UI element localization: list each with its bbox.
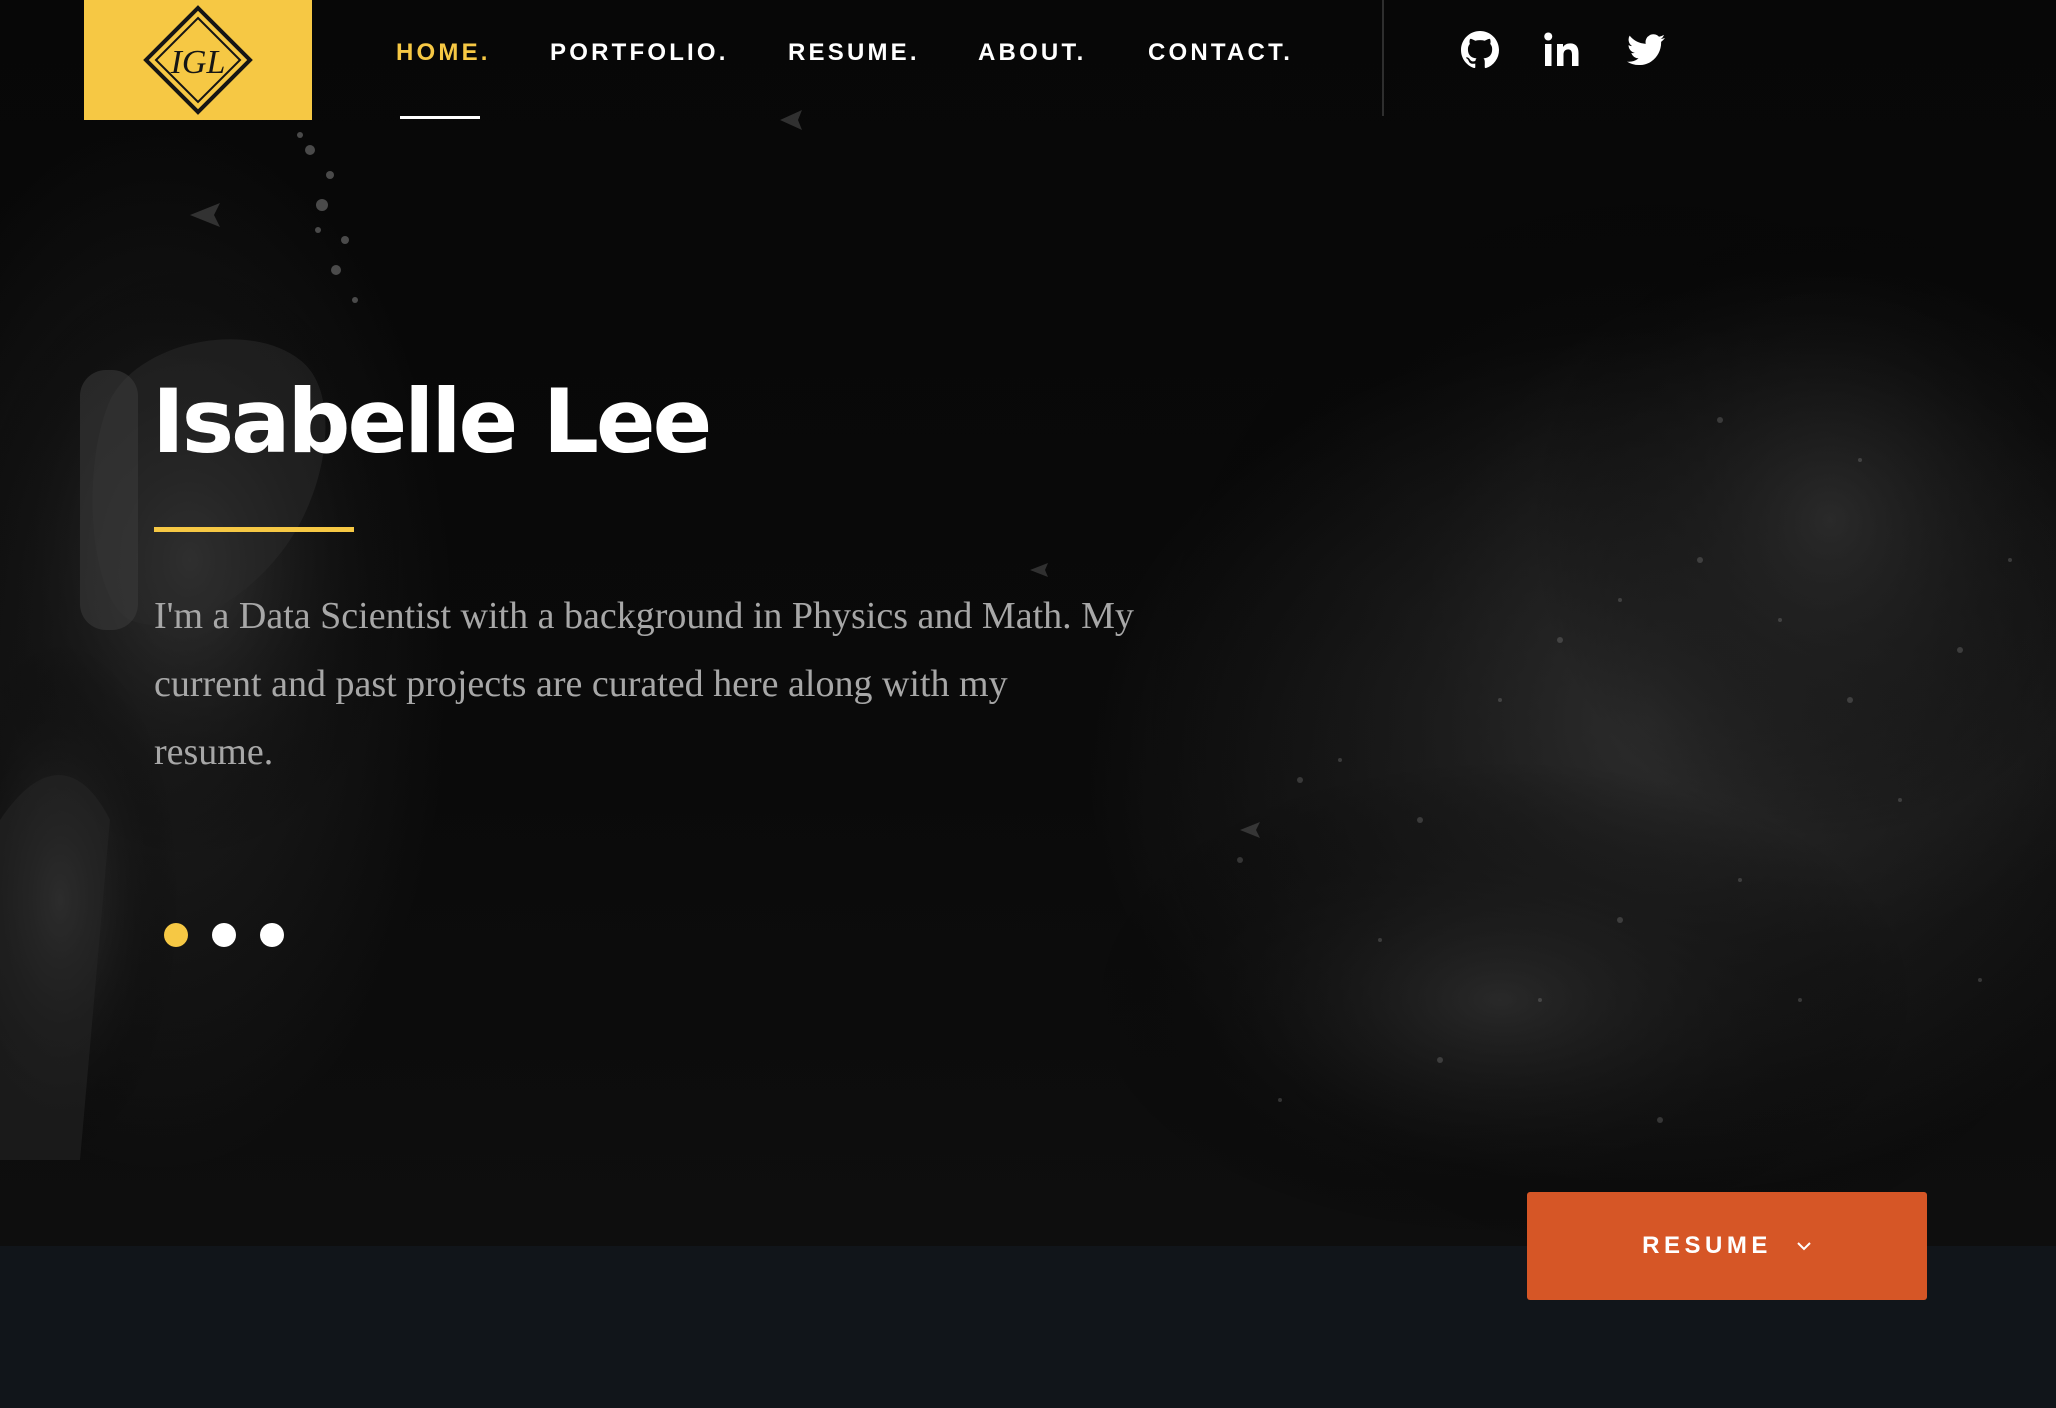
hero-description: I'm a Data Scientist with a background i…: [154, 595, 1134, 773]
slide-dot-2[interactable]: [212, 923, 236, 947]
twitter-link[interactable]: [1626, 30, 1666, 70]
nav-divider: [1382, 0, 1384, 116]
twitter-icon: [1627, 34, 1665, 66]
nav-portfolio[interactable]: PORTFOLIO.: [550, 36, 729, 70]
linkedin-icon: [1544, 32, 1579, 66]
nav-resume[interactable]: RESUME.: [788, 36, 920, 70]
linkedin-link[interactable]: [1542, 30, 1582, 70]
nav-contact[interactable]: CONTACT.: [1148, 36, 1293, 70]
chevron-down-icon: [1796, 1241, 1812, 1251]
github-icon: [1461, 31, 1499, 69]
nav-home[interactable]: HOME.: [396, 36, 491, 70]
hero-title: Isabelle Lee: [152, 370, 712, 473]
logo-monogram-text: IGL: [170, 44, 226, 81]
slide-dot-3[interactable]: [260, 923, 284, 947]
active-nav-indicator: [400, 116, 480, 119]
resume-button[interactable]: RESUME: [1527, 1192, 1927, 1300]
title-accent-rule: [154, 527, 354, 532]
slide-indicators: [164, 923, 284, 947]
hero-section: IGL HOME. PORTFOLIO. RESUME. ABOUT. CONT…: [0, 0, 2056, 1246]
nav-about[interactable]: ABOUT.: [978, 36, 1087, 70]
github-link[interactable]: [1460, 30, 1500, 70]
monogram-icon: IGL: [143, 5, 253, 115]
site-logo[interactable]: IGL: [84, 0, 312, 120]
resume-button-label: RESUME: [1642, 1232, 1772, 1259]
main-navigation: IGL HOME. PORTFOLIO. RESUME. ABOUT. CONT…: [0, 0, 2056, 120]
slide-dot-1[interactable]: [164, 923, 188, 947]
